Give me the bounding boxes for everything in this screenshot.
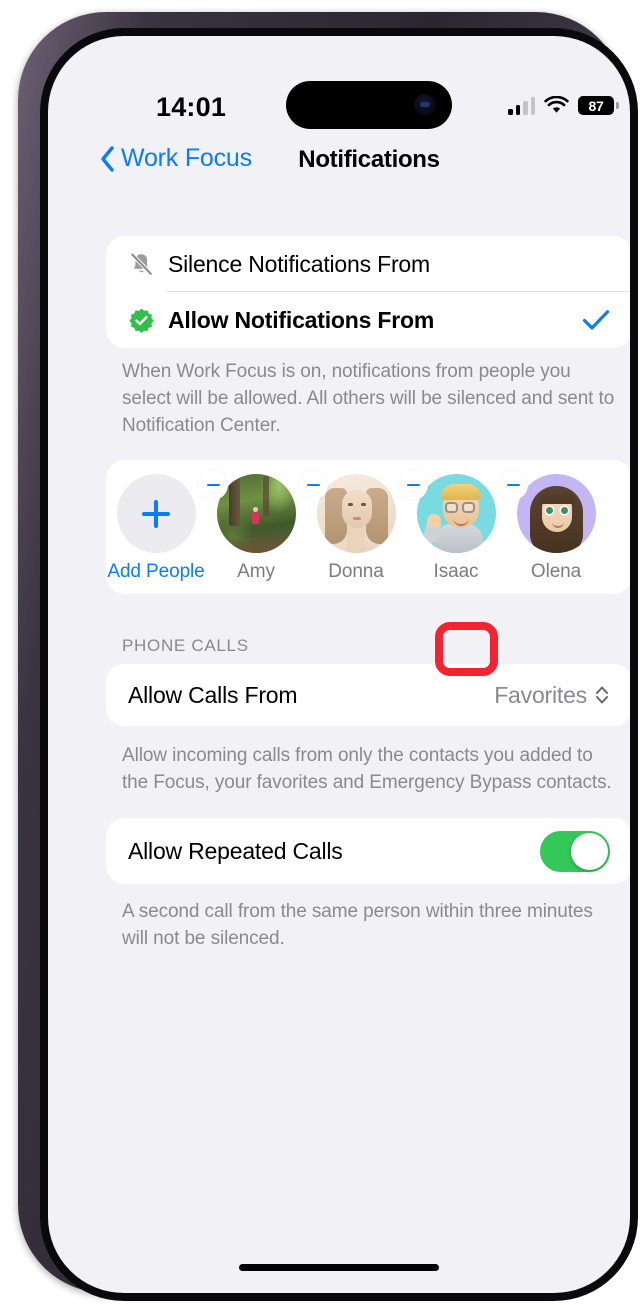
allow-calls-card: Allow Calls From Favorites (106, 664, 630, 726)
bell-slash-icon (128, 251, 168, 278)
phone-screen: 14:01 87 Work Focus Notifications Silenc… (48, 36, 630, 1293)
row-label: Silence Notifications From (168, 250, 430, 277)
add-people-label: Add People (107, 561, 205, 582)
row-label: Allow Repeated Calls (128, 837, 343, 864)
cellular-bars-icon (508, 96, 535, 115)
row-silence-notifications[interactable]: Silence Notifications From (106, 236, 630, 292)
front-camera-icon (414, 94, 436, 116)
person-olena[interactable]: Olena (498, 470, 606, 583)
avatar (416, 474, 496, 553)
person-donna[interactable]: Donna (298, 470, 406, 583)
row-allow-calls-from[interactable]: Allow Calls From Favorites (106, 664, 630, 726)
remove-person-olena-button[interactable] (498, 470, 528, 500)
person-name: Amy (237, 561, 275, 582)
plus-icon (142, 499, 170, 528)
up-down-chevron-icon (596, 686, 608, 704)
allow-repeated-calls-toggle[interactable] (540, 830, 610, 872)
phone-frame: 14:01 87 Work Focus Notifications Silenc… (18, 12, 638, 1301)
repeated-calls-footnote: A second call from the same person withi… (122, 901, 593, 949)
allow-calls-value[interactable]: Favorites (494, 682, 610, 709)
section-header-phone-calls: PHONE CALLS (122, 636, 249, 655)
page-title: Notifications (298, 146, 440, 173)
people-row: Add People Amy Donna Isaac Olena (106, 460, 630, 594)
status-time: 14:01 (156, 92, 227, 122)
navigation-bar: Work Focus Notifications (78, 140, 630, 198)
person-name: Donna (328, 561, 384, 582)
avatar (316, 474, 396, 553)
repeated-calls-card: Allow Repeated Calls (106, 818, 630, 884)
wifi-icon (544, 96, 569, 113)
allow-calls-value-text: Favorites (494, 681, 587, 708)
row-label: Allow Calls From (128, 681, 298, 708)
dynamic-island (286, 81, 452, 129)
notification-mode-card: Silence Notifications From Allow Notific… (106, 236, 630, 348)
notification-mode-footnote: When Work Focus is on, notifications fro… (122, 361, 615, 436)
home-indicator (239, 1264, 439, 1271)
person-name: Olena (530, 561, 582, 582)
avatar (216, 474, 296, 553)
row-label: Allow Notifications From (168, 306, 435, 333)
checkmark-seal-icon (128, 307, 168, 334)
allow-calls-footnote: Allow incoming calls from only the conta… (122, 745, 612, 793)
people-card: Add People Amy Donna Isaac Olena (106, 460, 630, 594)
remove-person-amy-button[interactable] (198, 470, 228, 500)
avatar (516, 474, 596, 553)
add-people-button[interactable]: Add People (106, 474, 206, 583)
add-people-circle (116, 474, 196, 553)
status-indicators: 87 (508, 96, 619, 115)
battery-icon: 87 (578, 96, 619, 115)
battery-level: 87 (588, 97, 604, 114)
person-isaac[interactable]: Isaac (398, 470, 506, 583)
person-amy[interactable]: Amy (198, 470, 306, 583)
settings-content: Silence Notifications From Allow Notific… (78, 198, 630, 1293)
row-allow-notifications[interactable]: Allow Notifications From (106, 292, 630, 348)
selected-checkmark-icon (582, 309, 610, 331)
toggle-knob (571, 832, 608, 870)
remove-person-isaac-button[interactable] (398, 470, 428, 500)
row-allow-repeated-calls[interactable]: Allow Repeated Calls (106, 818, 630, 884)
person-name: Isaac (433, 561, 479, 582)
remove-person-donna-button[interactable] (298, 470, 328, 500)
